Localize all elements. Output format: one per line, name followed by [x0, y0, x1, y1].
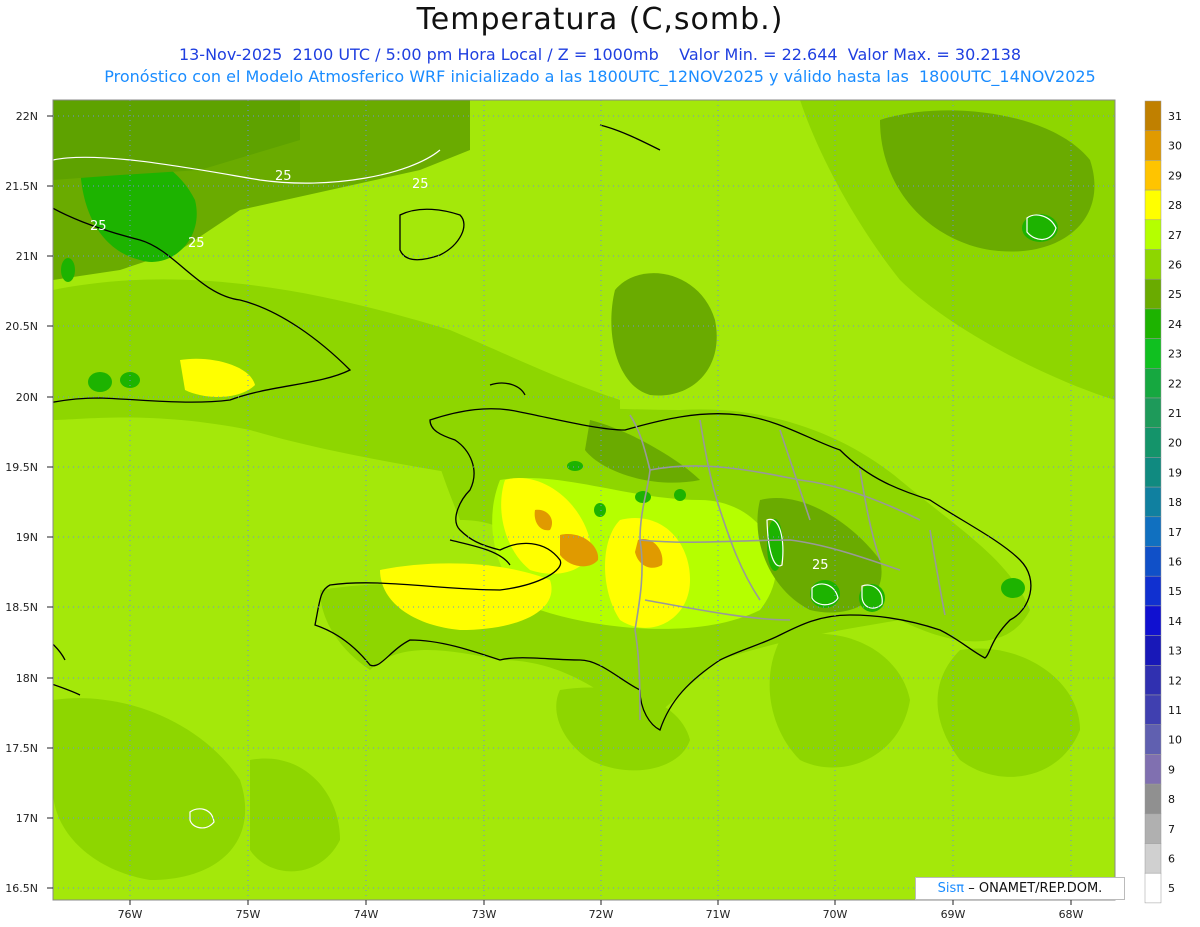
- lat-label: 20N: [16, 391, 38, 404]
- colorbar-label: 28: [1168, 199, 1182, 212]
- colorbar-swatch: [1144, 427, 1162, 458]
- contour-label: 25: [90, 219, 107, 234]
- colorbar-label: 19: [1168, 466, 1182, 479]
- shaded-field: [53, 100, 1115, 900]
- colorbar-swatch: [1144, 635, 1162, 666]
- lon-label: 73W: [472, 908, 497, 921]
- longitude-ticks: [129, 900, 1072, 905]
- colorbar-swatch: [1144, 308, 1162, 339]
- lat-label: 18.5N: [5, 601, 38, 614]
- colorbar-swatch: [1144, 813, 1162, 844]
- colorbar-swatch: [1144, 872, 1162, 904]
- colorbar-swatch: [1144, 605, 1162, 636]
- colorbar-label: 6: [1168, 853, 1175, 866]
- colorbar-label: 25: [1168, 288, 1182, 301]
- colorbar-label: 12: [1168, 674, 1182, 687]
- colorbar-label: 18: [1168, 496, 1182, 509]
- lon-label: 72W: [589, 908, 614, 921]
- lon-label: 69W: [941, 908, 966, 921]
- colorbar-label: 11: [1168, 704, 1182, 717]
- colorbar-swatch: [1144, 278, 1162, 310]
- colorbar-swatch: [1144, 100, 1162, 131]
- colorbar-label: 23: [1168, 348, 1182, 361]
- colorbar-label: 8: [1168, 793, 1175, 806]
- latitude-ticks: [47, 115, 53, 889]
- colorbar-swatch: [1144, 397, 1162, 428]
- lat-label: 20.5N: [5, 320, 38, 333]
- colorbar-label: 29: [1168, 169, 1182, 182]
- credit-badge: Sisπ – ONAMET/REP.DOM.: [915, 877, 1125, 900]
- lat-label: 16.5N: [5, 882, 38, 895]
- colorbar: 31 30 29 28 27 26 25 24 23 22 21 20 19 18 17 16 15 14 13 12…: [1144, 100, 1182, 904]
- colorbar-swatch: [1144, 219, 1162, 250]
- longitude-axis: 76W 75W 74W 73W 72W 71W 70W 69W 68W: [118, 908, 1084, 921]
- latitude-axis: 22N 21.5N 21N 20.5N 20N 19.5N 19N 18.5N …: [5, 110, 38, 895]
- colorbar-label: 13: [1168, 645, 1182, 658]
- lon-label: 76W: [118, 908, 143, 921]
- lon-label: 74W: [354, 908, 379, 921]
- lat-label: 17N: [16, 812, 38, 825]
- colorbar-label: 31: [1168, 110, 1182, 123]
- colorbar-label: 10: [1168, 734, 1182, 747]
- colorbar-swatch: [1144, 694, 1162, 725]
- colorbar-label: 14: [1168, 615, 1182, 628]
- lat-label: 18N: [16, 672, 38, 685]
- contour-label: 25: [812, 558, 829, 573]
- colorbar-swatch: [1144, 249, 1162, 280]
- colorbar-swatch: [1144, 486, 1162, 518]
- colorbar-label: 17: [1168, 526, 1182, 539]
- colorbar-label: 20: [1168, 437, 1182, 450]
- colorbar-label: 27: [1168, 229, 1182, 242]
- colorbar-label: 15: [1168, 585, 1182, 598]
- colorbar-swatch: [1144, 546, 1162, 577]
- credit-text: – ONAMET/REP.DOM.: [968, 881, 1103, 896]
- colorbar-swatch: [1144, 457, 1162, 488]
- contour-label: 25: [412, 177, 429, 192]
- colorbar-swatch: [1144, 665, 1162, 696]
- lat-label: 17.5N: [5, 742, 38, 755]
- colorbar-label: 21: [1168, 407, 1182, 420]
- colorbar-swatch: [1144, 160, 1162, 191]
- colorbar-label: 9: [1168, 763, 1175, 776]
- lon-label: 71W: [706, 908, 731, 921]
- temperature-map: 25 25 25 25 25 22N 21.5N 21N 20.5N 20N 1…: [5, 99, 1116, 921]
- colorbar-swatch: [1144, 575, 1162, 607]
- contour-label: 25: [275, 169, 292, 184]
- colorbar-label: 7: [1168, 823, 1175, 836]
- colorbar-swatch: [1144, 516, 1162, 547]
- colorbar-label: 5: [1168, 882, 1175, 895]
- colorbar-swatch: [1144, 368, 1162, 399]
- lat-label: 21N: [16, 250, 38, 263]
- colorbar-swatch: [1144, 724, 1162, 755]
- colorbar-label: 30: [1168, 140, 1182, 153]
- colorbar-label: 16: [1168, 556, 1182, 569]
- colorbar-swatch: [1144, 189, 1162, 221]
- colorbar-swatch: [1144, 338, 1162, 369]
- credit-brand: Sisπ: [937, 881, 965, 896]
- lat-label: 22N: [16, 110, 38, 123]
- contour-label: 25: [188, 236, 205, 251]
- lat-label: 21.5N: [5, 180, 38, 193]
- lat-label: 19.5N: [5, 461, 38, 474]
- colorbar-swatch: [1144, 783, 1162, 815]
- lon-label: 75W: [236, 908, 261, 921]
- colorbar-label: 22: [1168, 377, 1182, 390]
- colorbar-swatch: [1144, 130, 1162, 161]
- lon-label: 70W: [823, 908, 848, 921]
- colorbar-swatch: [1144, 843, 1162, 874]
- lat-label: 19N: [16, 531, 38, 544]
- colorbar-label: 24: [1168, 318, 1182, 331]
- colorbar-swatch: [1144, 754, 1162, 785]
- colorbar-label: 26: [1168, 259, 1182, 272]
- lon-label: 68W: [1059, 908, 1084, 921]
